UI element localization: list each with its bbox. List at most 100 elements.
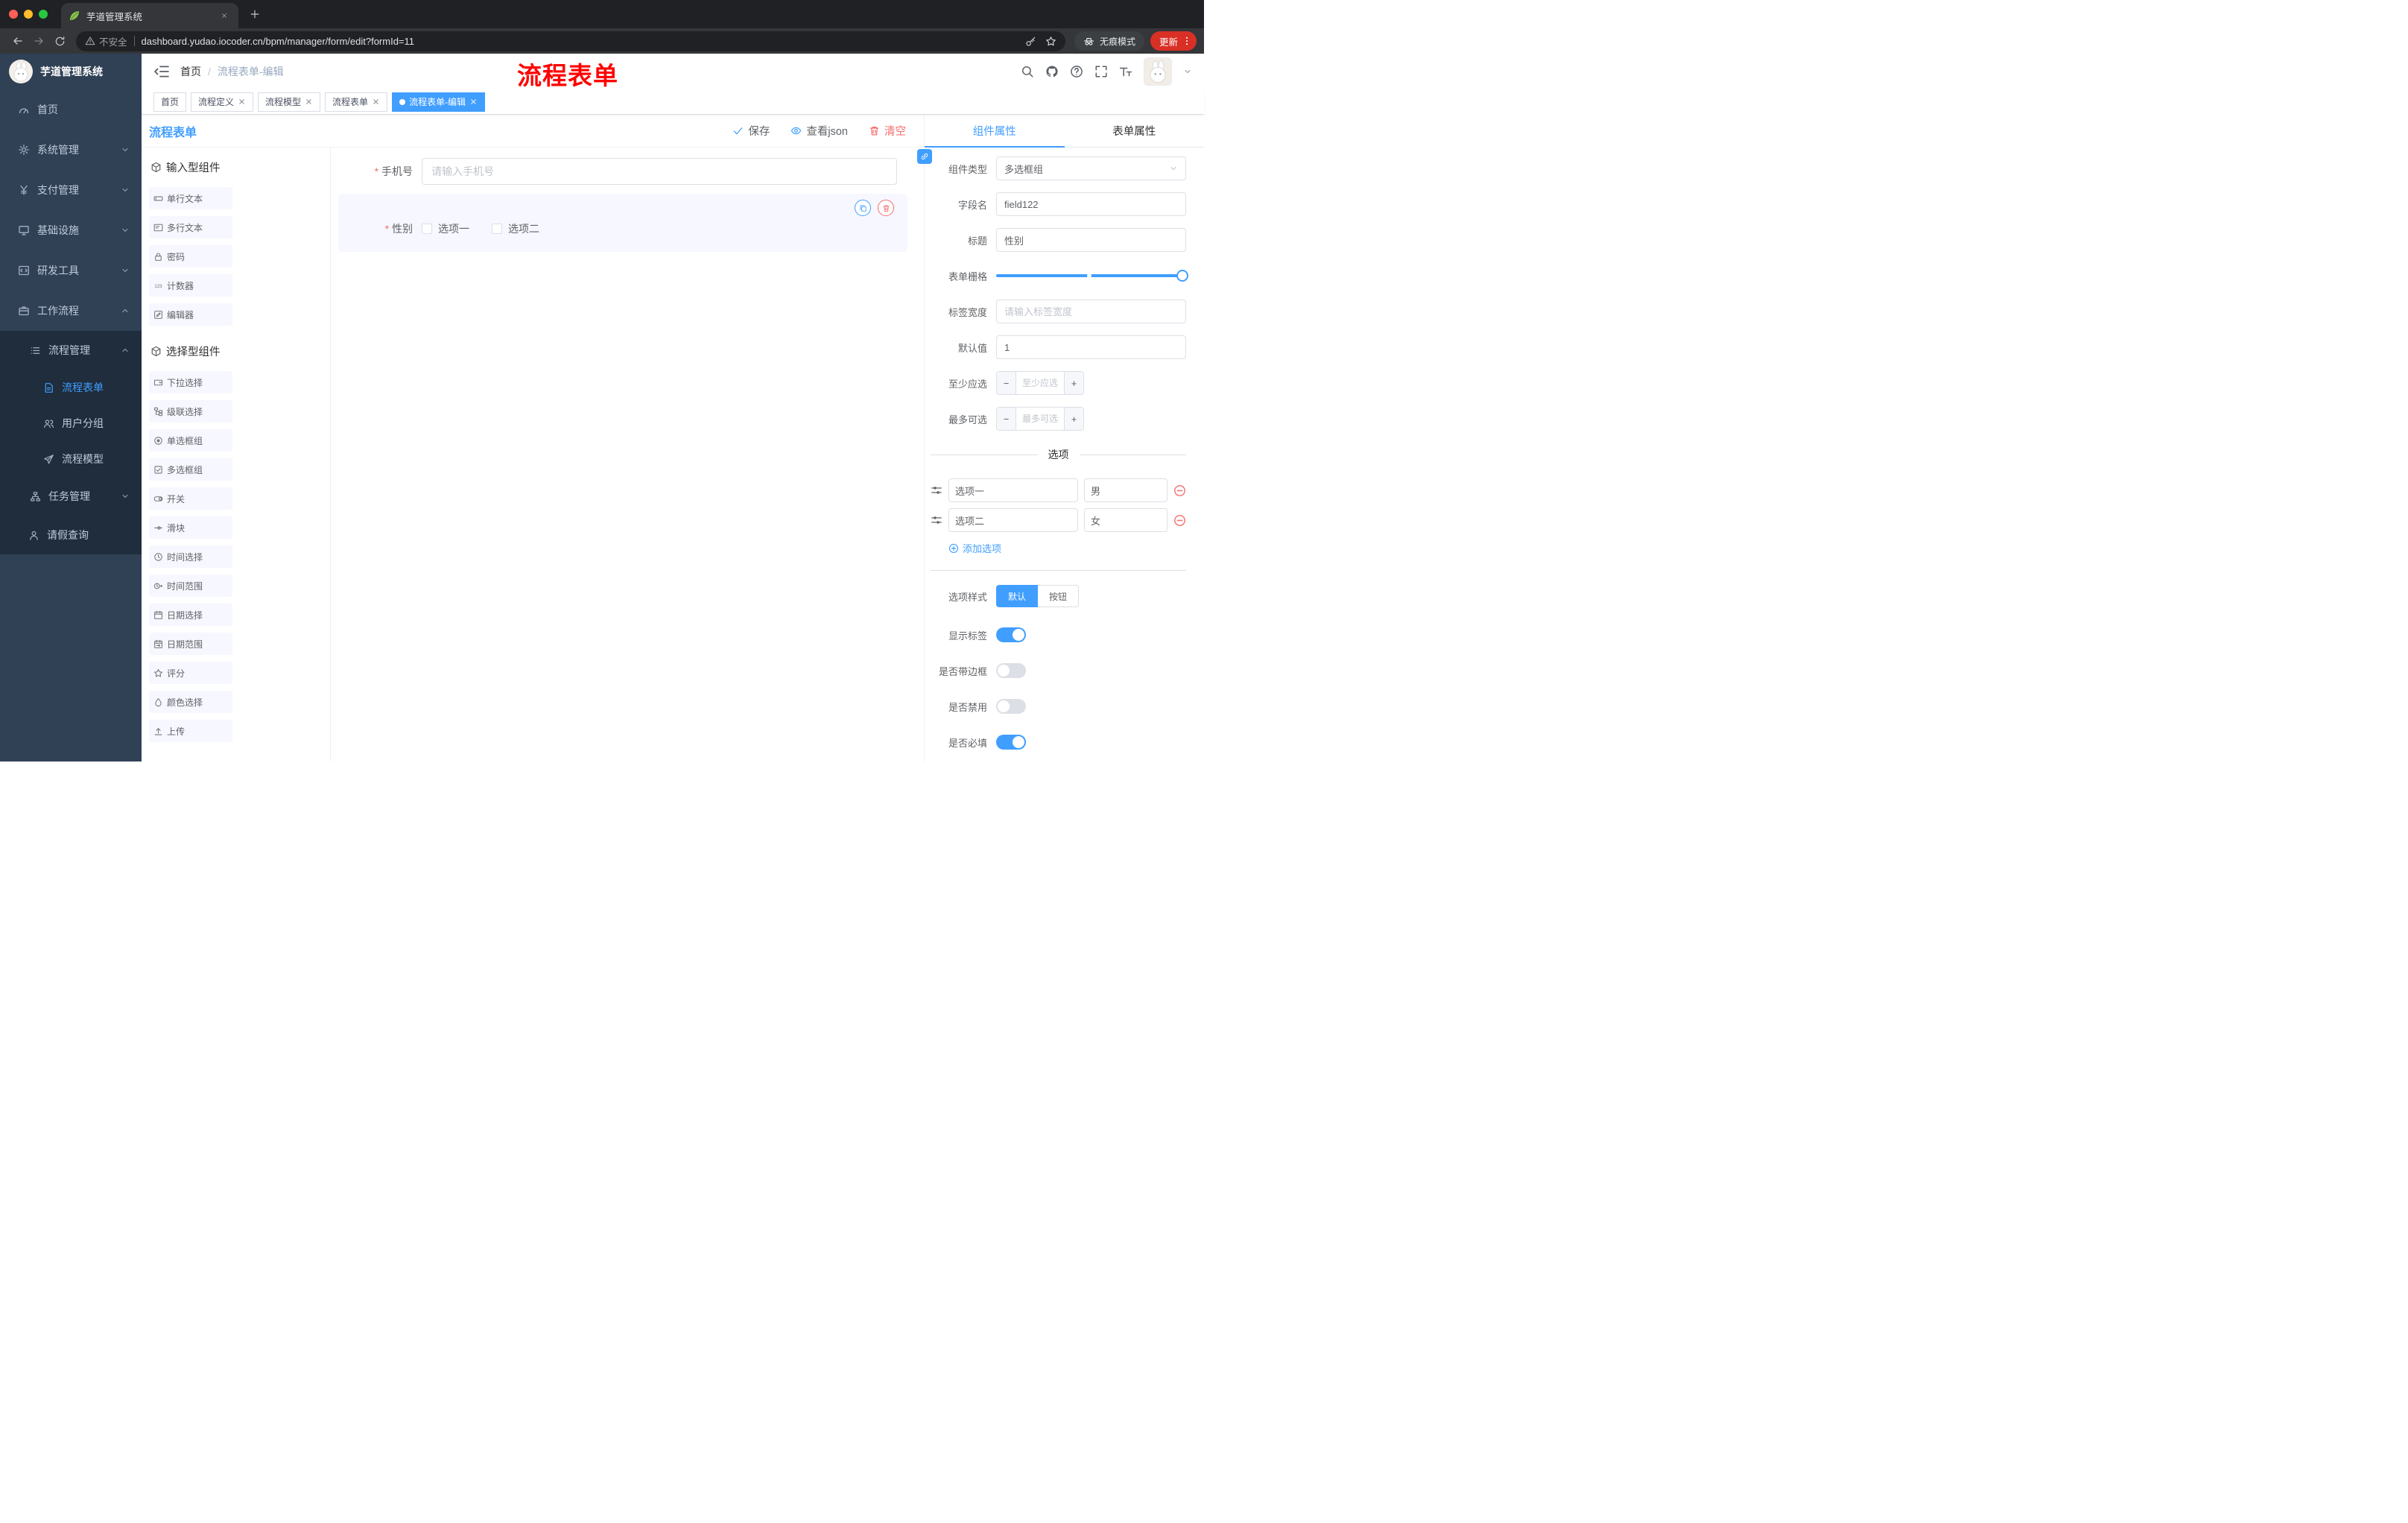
slider-handle[interactable] xyxy=(1176,270,1188,282)
palette-item-single-line-text[interactable]: 单行文本 xyxy=(149,187,232,209)
show-label-toggle[interactable] xyxy=(996,627,1026,642)
phone-input[interactable] xyxy=(422,158,897,185)
tag-process-model[interactable]: 流程模型 xyxy=(258,92,321,112)
palette-item-time-range[interactable]: 时间范围 xyxy=(149,574,232,597)
field-name-input[interactable] xyxy=(996,192,1186,216)
font-size-icon[interactable] xyxy=(1119,65,1132,78)
sidebar-item-workflow[interactable]: 工作流程 xyxy=(0,291,142,331)
delete-component-button[interactable] xyxy=(878,200,894,216)
avatar-caret-down-icon[interactable] xyxy=(1183,67,1192,76)
stepper-minus-button[interactable]: − xyxy=(997,372,1016,394)
security-label[interactable]: 不安全 xyxy=(99,34,127,48)
label-width-input[interactable] xyxy=(996,300,1186,323)
view-json-button[interactable]: 查看json xyxy=(790,123,848,139)
stepper-plus-button[interactable]: + xyxy=(1064,408,1083,430)
remove-option-icon[interactable] xyxy=(1173,514,1186,527)
with-border-toggle[interactable] xyxy=(996,663,1026,678)
option-name-input[interactable] xyxy=(948,508,1078,532)
tab-component-props[interactable]: 组件属性 xyxy=(925,115,1065,147)
breadcrumb-home[interactable]: 首页 xyxy=(180,64,201,79)
palette-item-switch[interactable]: 开关 xyxy=(149,487,232,510)
clear-button[interactable]: 清空 xyxy=(869,123,906,139)
tag-process-form-edit[interactable]: 流程表单-编辑 xyxy=(392,92,486,112)
disabled-toggle[interactable] xyxy=(996,699,1026,714)
stepper-minus-button[interactable]: − xyxy=(997,408,1016,430)
palette-item-rate[interactable]: 评分 xyxy=(149,662,232,684)
fullscreen-icon[interactable] xyxy=(1094,65,1108,78)
tag-process-definition[interactable]: 流程定义 xyxy=(191,92,254,112)
tag-process-form[interactable]: 流程表单 xyxy=(325,92,388,112)
close-icon[interactable] xyxy=(305,98,313,106)
window-close-button[interactable] xyxy=(9,10,18,19)
max-select-input[interactable] xyxy=(1016,408,1064,430)
address-bar[interactable]: 不安全 dashboard.yudao.iocoder.cn/bpm/manag… xyxy=(76,31,1065,51)
palette-item-multi-line-text[interactable]: 多行文本 xyxy=(149,216,232,238)
sidebar-item-payment[interactable]: 支付管理 xyxy=(0,170,142,210)
palette-item-editor[interactable]: 编辑器 xyxy=(149,303,232,326)
stepper-plus-button[interactable]: + xyxy=(1064,372,1083,394)
drag-handle-icon[interactable] xyxy=(931,484,942,496)
gender-option-2-checkbox[interactable]: 选项二 xyxy=(492,221,539,236)
window-zoom-button[interactable] xyxy=(39,10,48,19)
save-button[interactable]: 保存 xyxy=(732,123,770,139)
phone-field-item[interactable]: * 手机号 xyxy=(338,158,907,185)
user-avatar[interactable] xyxy=(1144,57,1172,86)
search-icon[interactable] xyxy=(1021,65,1034,78)
back-button[interactable] xyxy=(7,31,28,51)
option-name-input[interactable] xyxy=(948,478,1078,502)
link-icon[interactable] xyxy=(917,149,932,164)
copy-component-button[interactable] xyxy=(855,200,871,216)
sidebar-item-infrastructure[interactable]: 基础设施 xyxy=(0,210,142,250)
sidebar-item-home[interactable]: 首页 xyxy=(0,89,142,130)
palette-item-cascader[interactable]: 级联选择 xyxy=(149,400,232,422)
sidebar-item-task-management[interactable]: 任务管理 xyxy=(0,477,142,516)
form-grid-slider[interactable] xyxy=(996,264,1188,288)
sidebar-item-system[interactable]: 系统管理 xyxy=(0,130,142,170)
gender-option-1-checkbox[interactable]: 选项一 xyxy=(422,221,469,236)
update-browser-button[interactable]: 更新 xyxy=(1150,31,1197,51)
close-icon[interactable] xyxy=(238,98,246,106)
palette-item-select[interactable]: 下拉选择 xyxy=(149,371,232,393)
browser-tab[interactable]: 芋道管理系统 xyxy=(61,3,238,28)
style-button-button[interactable]: 按钮 xyxy=(1037,585,1080,607)
palette-item-date-range[interactable]: 日期范围 xyxy=(149,633,232,655)
forward-button[interactable] xyxy=(28,31,49,51)
required-toggle[interactable] xyxy=(996,735,1026,750)
reload-button[interactable] xyxy=(49,31,70,51)
tag-home[interactable]: 首页 xyxy=(153,92,187,112)
window-minimize-button[interactable] xyxy=(24,10,33,19)
tab-form-props[interactable]: 表单属性 xyxy=(1065,115,1205,147)
add-option-button[interactable]: 添加选项 xyxy=(948,541,1186,555)
palette-item-date-picker[interactable]: 日期选择 xyxy=(149,604,232,626)
option-value-input[interactable] xyxy=(1084,508,1167,532)
close-icon[interactable] xyxy=(372,98,380,106)
sidebar-fold-icon[interactable] xyxy=(153,63,170,80)
sidebar-item-user-group[interactable]: 用户分组 xyxy=(0,405,142,441)
github-icon[interactable] xyxy=(1045,65,1059,78)
key-icon[interactable] xyxy=(1025,36,1036,47)
sidebar-item-devtools[interactable]: 研发工具 xyxy=(0,250,142,291)
drag-handle-icon[interactable] xyxy=(931,514,942,526)
close-icon[interactable] xyxy=(469,98,478,106)
palette-item-upload[interactable]: 上传 xyxy=(149,720,232,742)
tab-close-icon[interactable] xyxy=(218,9,231,22)
palette-item-checkbox-group[interactable]: 多选框组 xyxy=(149,458,232,481)
gender-field-item-selected[interactable]: * 性别 选项一 选项二 xyxy=(338,194,907,252)
sidebar-item-process-model[interactable]: 流程模型 xyxy=(0,441,142,477)
palette-item-counter[interactable]: 计数器 xyxy=(149,274,232,297)
palette-item-password[interactable]: 密码 xyxy=(149,245,232,267)
option-value-input[interactable] xyxy=(1084,478,1167,502)
default-value-input[interactable] xyxy=(996,335,1186,359)
sidebar-logo[interactable]: 芋道管理系统 xyxy=(0,54,142,89)
style-default-button[interactable]: 默认 xyxy=(996,585,1039,607)
remove-option-icon[interactable] xyxy=(1173,484,1186,497)
new-tab-button[interactable] xyxy=(244,4,265,25)
sidebar-item-process-form[interactable]: 流程表单 xyxy=(0,370,142,405)
sidebar-item-leave-query[interactable]: 请假查询 xyxy=(0,516,142,554)
star-bookmark-icon[interactable] xyxy=(1045,36,1056,47)
title-input[interactable] xyxy=(996,228,1186,252)
palette-item-radio-group[interactable]: 单选框组 xyxy=(149,429,232,452)
component-type-select[interactable]: 多选框组 xyxy=(996,156,1186,180)
palette-item-slider[interactable]: 滑块 xyxy=(149,516,232,539)
min-select-input[interactable] xyxy=(1016,372,1064,394)
